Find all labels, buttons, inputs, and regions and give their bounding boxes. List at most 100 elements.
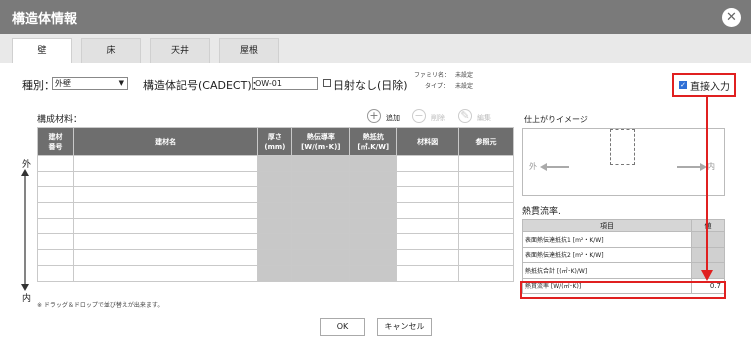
add-label[interactable]: 追加 <box>386 113 400 123</box>
edit-label[interactable]: 編集 <box>477 113 491 123</box>
table-cell[interactable] <box>396 264 460 282</box>
tab-wall[interactable]: 壁 <box>12 38 72 63</box>
tab-ceiling[interactable]: 天井 <box>150 38 210 63</box>
table-cell[interactable] <box>349 186 398 204</box>
cancel-button[interactable]: キャンセル <box>377 318 432 336</box>
table-cell[interactable] <box>458 202 514 219</box>
table-row[interactable] <box>37 249 514 266</box>
table-cell[interactable] <box>396 170 460 188</box>
table-cell[interactable] <box>349 233 398 251</box>
table-cell[interactable] <box>458 155 514 172</box>
table-cell[interactable] <box>291 233 351 251</box>
preview-outside: 外 <box>529 162 537 171</box>
table-cell[interactable] <box>257 202 293 219</box>
table-cell[interactable] <box>72 217 259 235</box>
table-cell[interactable] <box>458 233 514 251</box>
table-cell[interactable] <box>349 202 398 219</box>
table-cell[interactable] <box>72 202 259 219</box>
table-cell[interactable] <box>291 170 351 188</box>
materials-label: 構成材料： <box>37 115 83 125</box>
table-cell[interactable] <box>458 186 514 204</box>
table-cell[interactable] <box>291 264 351 282</box>
table-cell[interactable] <box>257 264 293 282</box>
tab-roof[interactable]: 屋根 <box>219 38 279 63</box>
table-cell[interactable] <box>396 186 460 204</box>
table-cell[interactable] <box>396 249 460 266</box>
table-row[interactable] <box>37 186 514 204</box>
table-cell[interactable] <box>458 264 514 282</box>
table-cell[interactable] <box>257 170 293 188</box>
edit-icon[interactable]: ✎ <box>458 109 472 123</box>
table-cell[interactable] <box>257 249 293 266</box>
table-row[interactable] <box>37 233 514 251</box>
table-cell[interactable] <box>72 249 259 266</box>
table-cell[interactable] <box>37 186 74 204</box>
chevron-down-icon: ▼ <box>118 79 124 87</box>
table-cell[interactable] <box>349 155 398 172</box>
table-cell[interactable] <box>396 202 460 219</box>
materials-header-row: 建材 番号 建材名 厚さ (mm) 熱伝導率 [W/(m･K)] 熱抵抗 [㎡.… <box>37 127 514 156</box>
vertical-arrow-icon <box>21 169 29 291</box>
table-cell[interactable] <box>349 170 398 188</box>
table-cell[interactable] <box>349 264 398 282</box>
table-row: 表面熱伝達抵抗2 [m²・K/W] <box>522 246 725 263</box>
table-cell[interactable] <box>37 217 74 235</box>
ok-button[interactable]: OK <box>320 318 365 336</box>
tab-floor[interactable]: 床 <box>81 38 141 63</box>
table-row[interactable] <box>37 155 514 172</box>
table-cell[interactable] <box>396 233 460 251</box>
table-cell[interactable] <box>72 170 259 188</box>
direct-input-checkbox[interactable]: ✓ <box>679 81 687 89</box>
table-row[interactable] <box>37 170 514 188</box>
code-input[interactable]: OW-01 <box>252 77 318 90</box>
result-label: 表面熱伝達抵抗1 [m²・K/W] <box>522 231 692 248</box>
left-arrow-icon <box>540 163 569 171</box>
drag-note: ※ ドラッグ＆ドロップで並び替えが出来ます。 <box>37 302 164 309</box>
table-cell[interactable] <box>291 186 351 204</box>
table-cell[interactable] <box>396 155 460 172</box>
table-cell[interactable] <box>257 186 293 204</box>
table-cell[interactable] <box>349 249 398 266</box>
table-cell[interactable] <box>349 217 398 235</box>
table-cell[interactable] <box>257 155 293 172</box>
table-cell[interactable] <box>37 155 74 172</box>
shade-checkbox[interactable] <box>323 79 331 87</box>
type-select[interactable]: 外壁 ▼ <box>52 77 128 90</box>
delete-label[interactable]: 削除 <box>431 113 445 123</box>
close-icon[interactable]: ✕ <box>722 8 741 27</box>
table-cell[interactable] <box>37 249 74 266</box>
table-cell[interactable] <box>72 186 259 204</box>
table-cell[interactable] <box>257 233 293 251</box>
shade-label: 日射なし(日除) <box>333 79 408 92</box>
table-cell[interactable] <box>458 170 514 188</box>
table-row[interactable] <box>37 217 514 235</box>
direct-input-label: 直接入力 <box>690 82 730 93</box>
col-material-name: 建材名 <box>72 127 259 156</box>
table-cell[interactable] <box>37 264 74 282</box>
table-row[interactable] <box>37 264 514 282</box>
delete-icon[interactable]: − <box>412 109 426 123</box>
table-cell[interactable] <box>291 155 351 172</box>
table-cell[interactable] <box>257 217 293 235</box>
table-row[interactable] <box>37 202 514 219</box>
type-label: 種別： <box>22 79 55 92</box>
table-cell[interactable] <box>291 249 351 266</box>
table-cell[interactable] <box>72 155 259 172</box>
table-cell[interactable] <box>291 202 351 219</box>
table-cell[interactable] <box>72 264 259 282</box>
col-source: 参照元 <box>458 127 514 156</box>
table-cell[interactable] <box>37 170 74 188</box>
table-cell[interactable] <box>458 217 514 235</box>
table-cell[interactable] <box>396 217 460 235</box>
table-row: 表面熱伝達抵抗1 [m²・K/W] <box>522 231 725 248</box>
table-cell[interactable] <box>291 217 351 235</box>
table-cell[interactable] <box>458 249 514 266</box>
result-label: 表面熱伝達抵抗2 [m²・K/W] <box>522 246 692 263</box>
preview-title: 仕上がりイメージ <box>524 115 588 124</box>
table-cell[interactable] <box>37 233 74 251</box>
col-material-figure: 材料図 <box>396 127 460 156</box>
add-icon[interactable]: + <box>367 109 381 123</box>
materials-table: 建材 番号 建材名 厚さ (mm) 熱伝導率 [W/(m･K)] 熱抵抗 [㎡.… <box>37 127 514 282</box>
table-cell[interactable] <box>72 233 259 251</box>
table-cell[interactable] <box>37 202 74 219</box>
